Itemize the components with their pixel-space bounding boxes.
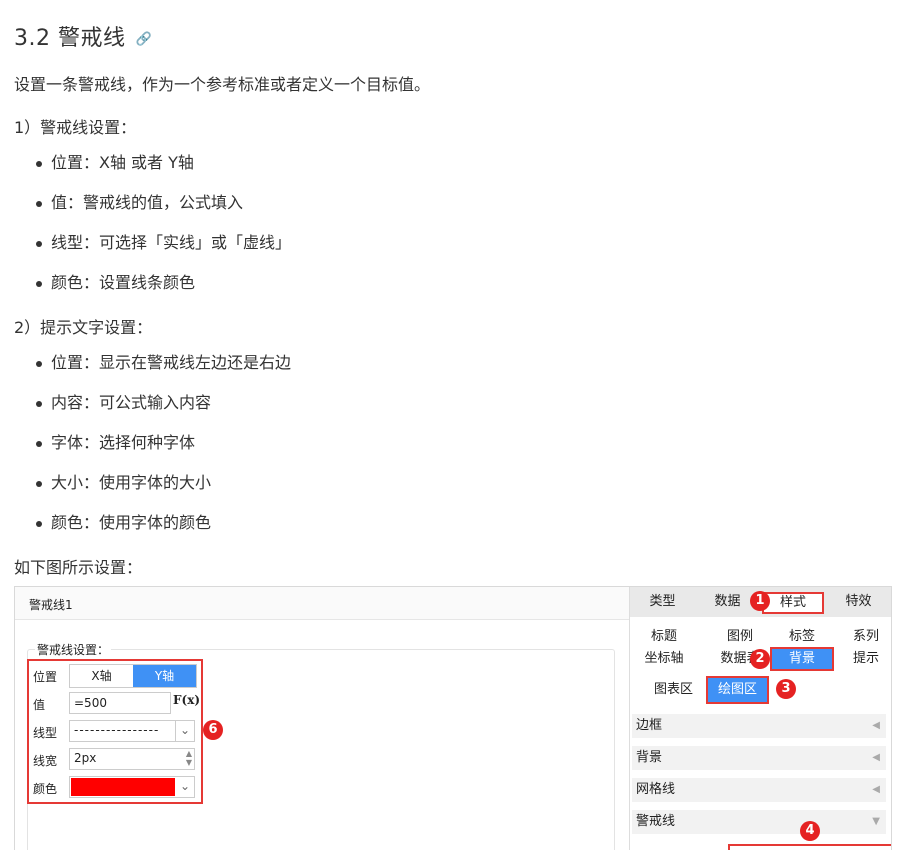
list-item: 内容：可公式输入内容 <box>34 383 291 423</box>
chevron-left-icon: ◀ <box>872 784 880 795</box>
axis-toggle: X轴 Y轴 <box>69 664 197 688</box>
subtab-title[interactable]: 标题 <box>632 627 696 647</box>
chevron-left-icon: ◀ <box>872 720 880 731</box>
section-background[interactable]: 背景 ◀ <box>632 746 886 770</box>
value-label: 值 <box>33 698 46 712</box>
linewidth-row: 线宽 2px ▲ ▼ <box>33 748 197 770</box>
intro-paragraph: 设置一条警戒线，作为一个参考标准或者定义一个目标值。 <box>14 75 431 94</box>
subtab-label[interactable]: 标签 <box>770 627 834 647</box>
value-row: 值 =500 F(x) <box>33 692 200 714</box>
linetype-value: ---------------- <box>74 723 160 737</box>
section2-list: 位置：显示在警戒线左边还是右边 内容：可公式输入内容 字体：选择何种字体 大小：… <box>34 343 291 543</box>
section-label: 背景 <box>636 750 663 765</box>
chip-chart-area[interactable]: 图表区 <box>644 678 704 702</box>
section-warning-line[interactable]: 警戒线 ▼ <box>632 810 886 834</box>
warning-line-form: 位置 X轴 Y轴 值 =500 F(x) 线型 ----------------… <box>27 659 203 804</box>
list-item: 线型：可选择「实线」或「虚线」 <box>34 223 291 263</box>
color-row: 颜色 ⌄ <box>33 776 197 798</box>
color-picker[interactable]: ⌄ <box>69 776 195 798</box>
callout-badge: 2 <box>750 649 770 669</box>
linewidth-value: 2px <box>74 751 97 765</box>
list-item: 颜色：使用字体的颜色 <box>34 503 291 543</box>
color-swatch <box>71 778 175 796</box>
chip-plot-area[interactable]: 绘图区 <box>705 676 770 704</box>
section-label: 边框 <box>636 718 663 733</box>
highlight-box <box>728 844 891 850</box>
section2-title: 2）提示文字设置： <box>14 318 153 337</box>
subtab-series[interactable]: 系列 <box>834 627 891 647</box>
chevron-down-icon: ▼ <box>872 816 880 827</box>
section-gridline[interactable]: 网格线 ◀ <box>632 778 886 802</box>
section-heading: 3.2 警戒线 🔗 <box>14 20 152 52</box>
section-border[interactable]: 边框 ◀ <box>632 714 886 738</box>
style-panel: 类型 数据 样式 特效 1 标题 图例 标签 系列 坐标轴 数据表 背景 提示 … <box>630 587 891 850</box>
section1-title: 1）警戒线设置： <box>14 118 137 137</box>
callout-badge: 4 <box>800 821 820 841</box>
heading-title: 3.2 警戒线 <box>14 26 126 51</box>
color-label: 颜色 <box>33 782 58 796</box>
stepper-arrows-icon[interactable]: ▲ ▼ <box>186 749 192 767</box>
subtab-tooltip[interactable]: 提示 <box>834 649 891 669</box>
section-label: 网格线 <box>636 782 676 797</box>
settings-screenshot: 警戒线1 警戒线设置： 位置 X轴 Y轴 值 =500 F(x) 线型 ----… <box>14 586 892 850</box>
x-axis-option[interactable]: X轴 <box>70 665 133 687</box>
callout-badge: 6 <box>203 720 223 740</box>
subtab-background[interactable]: 背景 <box>770 647 834 671</box>
section-label: 警戒线 <box>636 814 676 829</box>
chevron-left-icon: ◀ <box>872 752 880 763</box>
link-icon[interactable]: 🔗 <box>135 32 152 47</box>
value-input[interactable]: =500 <box>69 692 171 714</box>
section1-list: 位置：X轴 或者 Y轴 值：警戒线的值，公式填入 线型：可选择「实线」或「虚线」… <box>34 143 291 303</box>
list-item: 大小：使用字体的大小 <box>34 463 291 503</box>
position-row: 位置 X轴 Y轴 <box>33 664 197 688</box>
list-item: 颜色：设置线条颜色 <box>34 263 291 303</box>
list-item: 位置：X轴 或者 Y轴 <box>34 143 291 183</box>
figure-caption: 如下图所示设置： <box>14 558 143 577</box>
linewidth-label: 线宽 <box>33 754 58 768</box>
tab-style[interactable]: 样式 <box>762 592 824 614</box>
subtab-legend[interactable]: 图例 <box>708 627 772 647</box>
formula-button[interactable]: F(x) <box>173 693 200 707</box>
callout-badge: 1 <box>750 591 770 611</box>
linetype-label: 线型 <box>33 726 58 740</box>
chevron-down-icon[interactable]: ⌄ <box>175 721 194 741</box>
warning-line-pane: 警戒线1 警戒线设置： 位置 X轴 Y轴 值 =500 F(x) 线型 ----… <box>15 587 630 850</box>
window-title: 警戒线1 <box>29 598 73 612</box>
box-title: 警戒线设置： <box>35 641 112 658</box>
tab-type[interactable]: 类型 <box>630 587 695 617</box>
subtab-axis[interactable]: 坐标轴 <box>632 649 696 669</box>
linetype-select[interactable]: ---------------- ⌄ <box>69 720 195 742</box>
y-axis-option[interactable]: Y轴 <box>133 665 196 687</box>
list-item: 字体：选择何种字体 <box>34 423 291 463</box>
tab-effects[interactable]: 特效 <box>826 587 891 617</box>
callout-badge: 3 <box>776 679 796 699</box>
list-item: 值：警戒线的值，公式填入 <box>34 183 291 223</box>
linetype-row: 线型 ---------------- ⌄ <box>33 720 197 742</box>
chevron-down-icon[interactable]: ⌄ <box>176 777 194 797</box>
list-item: 位置：显示在警戒线左边还是右边 <box>34 343 291 383</box>
linewidth-stepper[interactable]: 2px ▲ ▼ <box>69 748 195 770</box>
position-label: 位置 <box>33 670 58 684</box>
pane-titlebar: 警戒线1 <box>15 587 629 620</box>
